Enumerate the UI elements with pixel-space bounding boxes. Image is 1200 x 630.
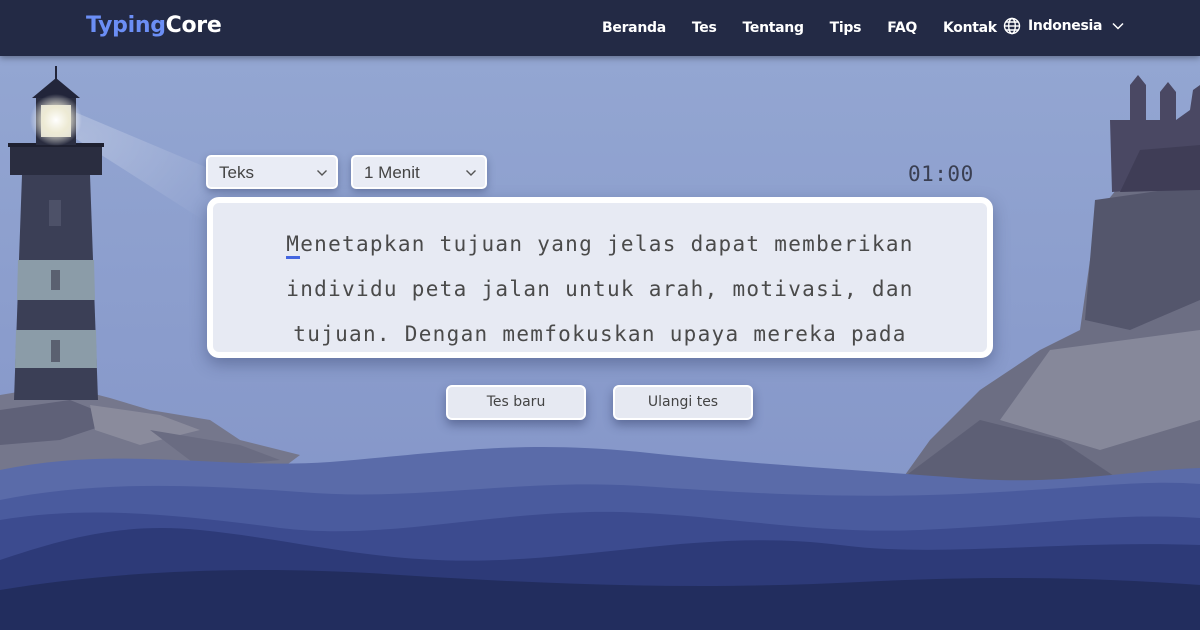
mode-select-value: Teks — [219, 163, 254, 182]
chevron-down-icon — [465, 165, 477, 185]
brand-logo-part1: Typing — [86, 13, 166, 38]
nav-link-tentang[interactable]: Tentang — [742, 20, 803, 36]
top-navbar: TypingCore Beranda Tes Tentang Tips FAQ … — [0, 0, 1200, 56]
new-test-button[interactable]: Tes baru — [446, 385, 586, 420]
typing-line: Menetapkan tujuan yang jelas dapat membe… — [213, 222, 987, 267]
typing-line: tujuan. Dengan memfokuskan upaya mereka … — [293, 322, 907, 346]
nav-links: Beranda Tes Tentang Tips FAQ Kontak — [602, 0, 1023, 56]
nav-link-kontak[interactable]: Kontak — [943, 20, 997, 36]
brand-logo-part2: Core — [165, 13, 222, 38]
language-selector[interactable]: Indonesia — [1003, 17, 1124, 35]
duration-select[interactable]: 1 Menit — [351, 155, 487, 189]
retry-test-button[interactable]: Ulangi tes — [613, 385, 753, 420]
chevron-down-icon — [316, 165, 328, 185]
globe-icon — [1003, 17, 1021, 35]
typing-line-1-rest: enetapkan tujuan yang jelas dapat member… — [300, 232, 914, 256]
nav-link-faq[interactable]: FAQ — [887, 20, 917, 36]
chevron-down-icon — [1112, 22, 1124, 30]
duration-select-value: 1 Menit — [364, 163, 420, 182]
language-label: Indonesia — [1028, 18, 1103, 34]
mode-select[interactable]: Teks — [206, 155, 338, 189]
brand-logo[interactable]: TypingCore — [86, 13, 222, 38]
countdown-timer: 01:00 — [908, 162, 974, 186]
typing-line: individu peta jalan untuk arah, motivasi… — [286, 277, 914, 301]
nav-link-tips[interactable]: Tips — [830, 20, 862, 36]
nav-link-beranda[interactable]: Beranda — [602, 20, 666, 36]
typing-text-box[interactable]: Menetapkan tujuan yang jelas dapat membe… — [207, 197, 993, 358]
nav-link-tes[interactable]: Tes — [692, 20, 717, 36]
current-char-cursor: M — [286, 232, 301, 259]
